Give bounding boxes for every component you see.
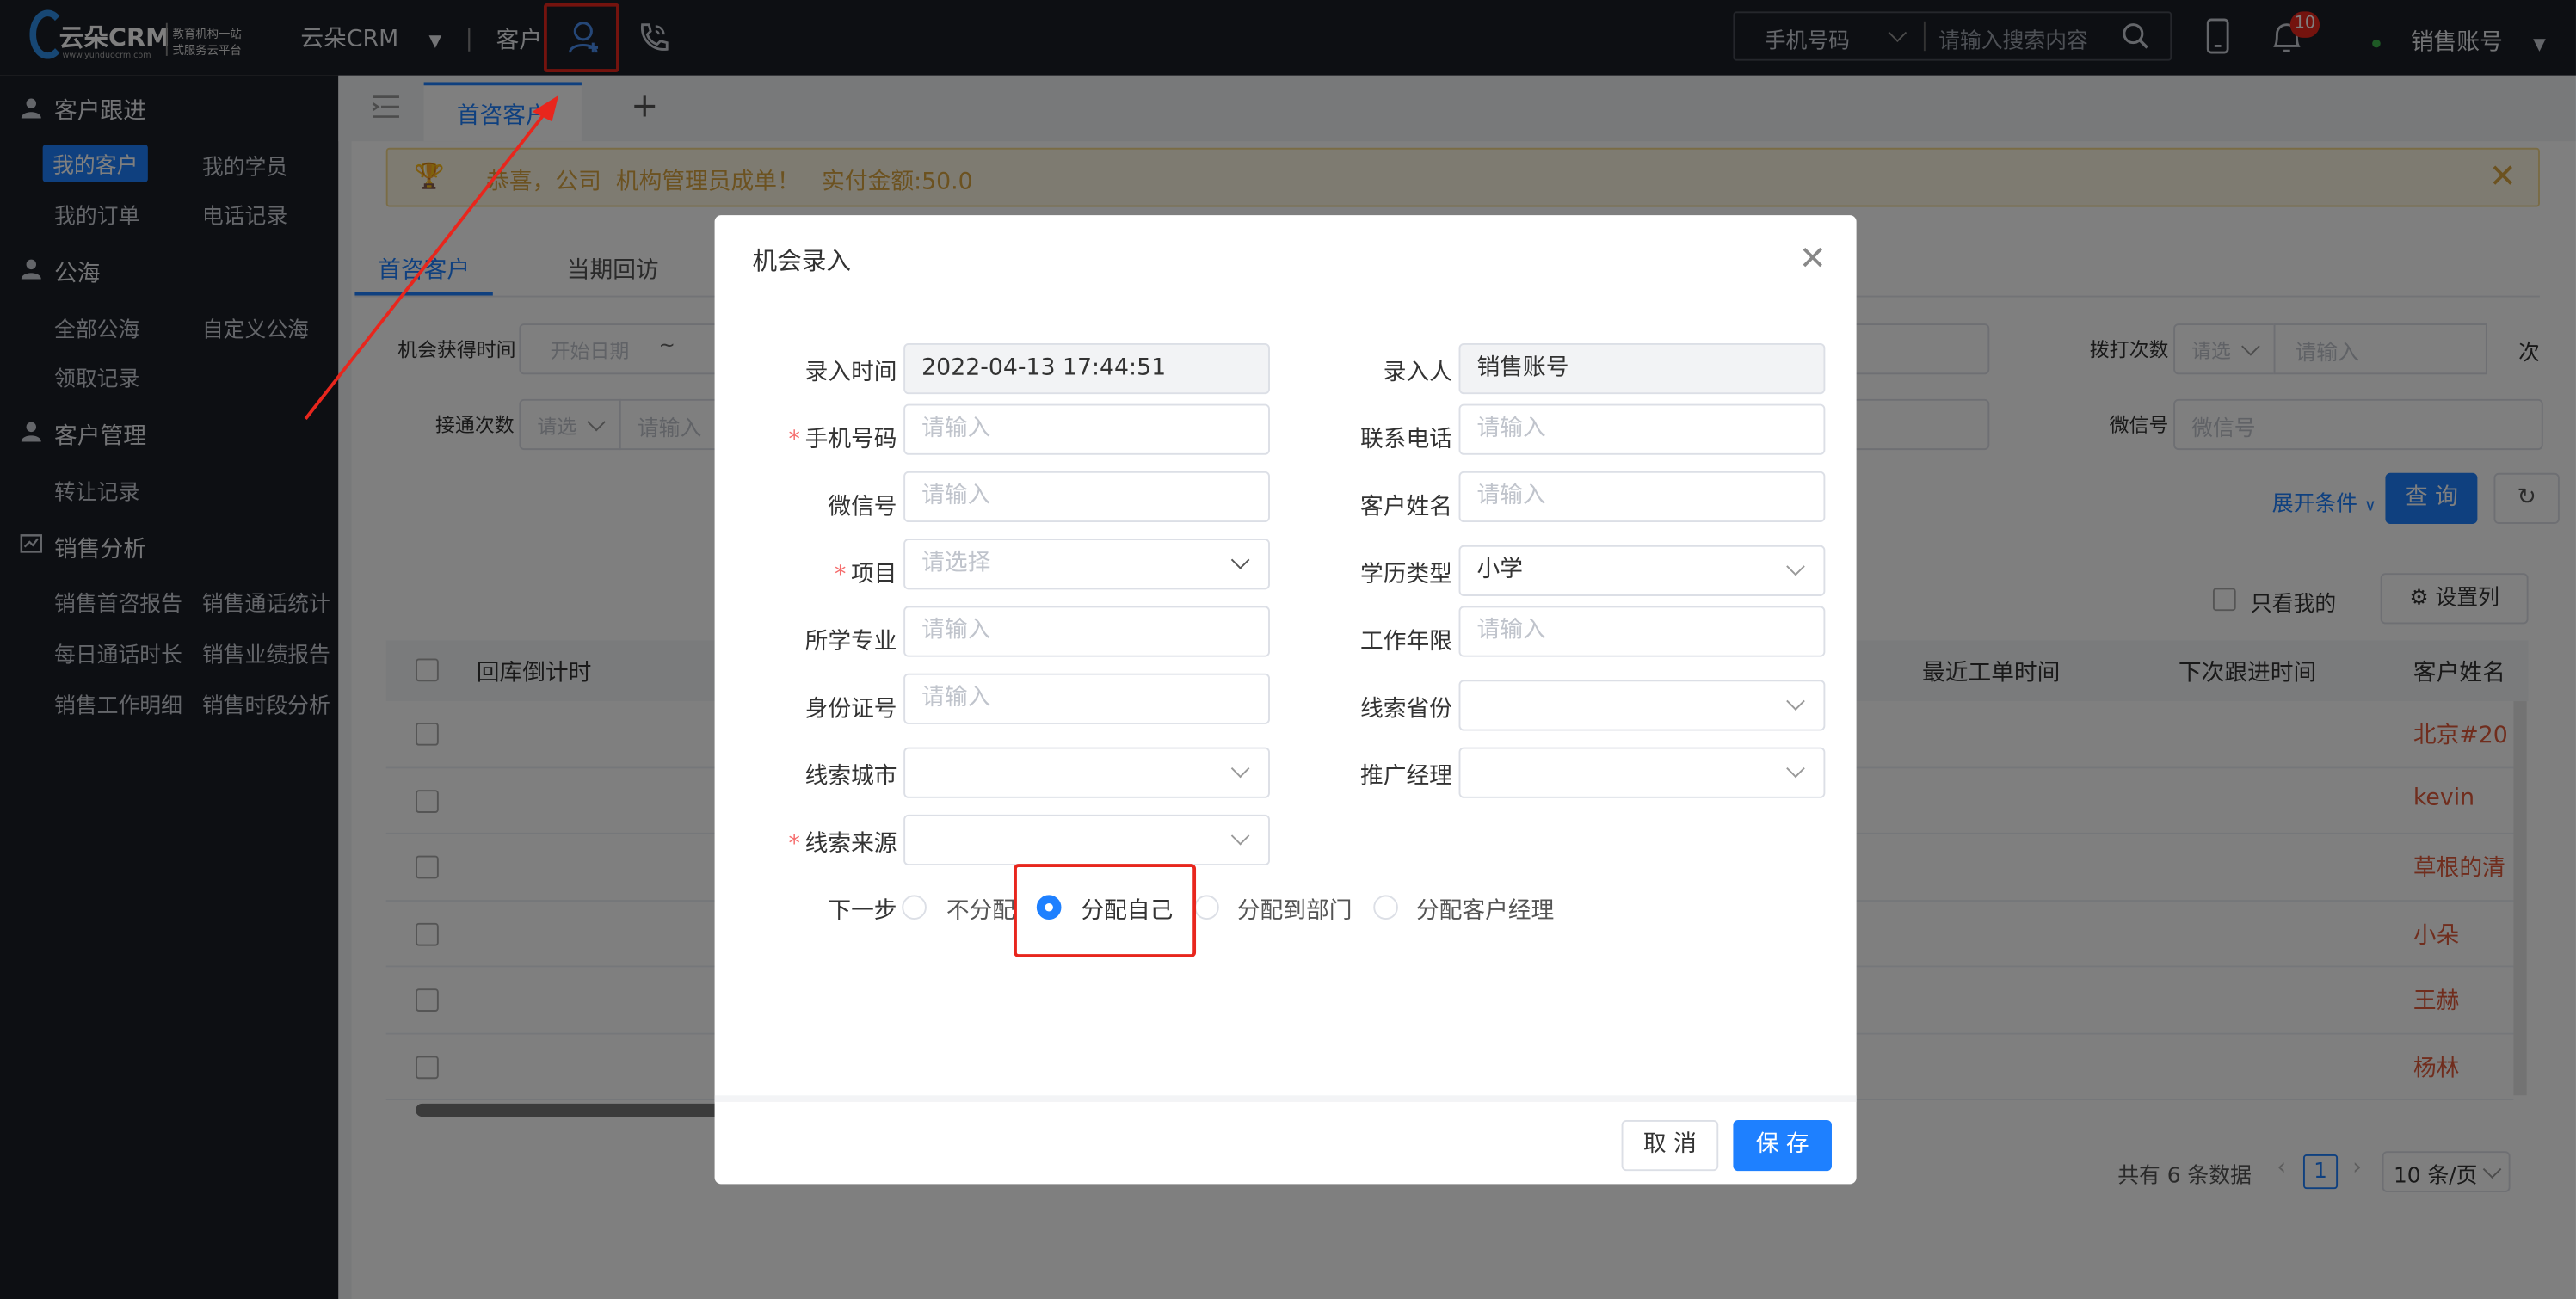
city-select[interactable]	[903, 747, 1270, 798]
entry-time-label: 录入时间	[804, 360, 897, 386]
major-label: 所学专业	[804, 629, 897, 656]
cancel-button[interactable]: 取 消	[1621, 1119, 1719, 1172]
chevron-down-icon	[1230, 759, 1250, 779]
required-mark: *	[788, 427, 800, 453]
entry-person-field: 销售账号	[1458, 342, 1826, 395]
city-label: 线索城市	[804, 763, 897, 791]
opportunity-entry-dialog: 机会录入 ✕ 录入时间 2022-04-13 17:44:51 * 手机号码 请输…	[714, 215, 1857, 1185]
phone-label: * 手机号码	[764, 422, 897, 455]
project-select[interactable]: 请选择	[903, 539, 1270, 590]
phone-label-text: 手机号码	[804, 427, 897, 453]
next-step-label: 下一步	[828, 898, 897, 925]
annotation-highlight-box	[1014, 864, 1197, 957]
education-select[interactable]: 小学	[1458, 545, 1826, 596]
wechat-field[interactable]: 请输入	[903, 471, 1270, 523]
chevron-down-icon	[1786, 759, 1805, 779]
customer-name-label: 客户姓名	[1359, 494, 1452, 521]
province-select[interactable]	[1458, 680, 1826, 731]
promo-manager-select[interactable]	[1458, 747, 1826, 798]
education-label: 学历类型	[1359, 561, 1452, 588]
radio-assign-department-label: 分配到部门	[1236, 898, 1353, 925]
radio-assign-manager[interactable]	[1373, 895, 1398, 920]
contact-phone-field[interactable]: 请输入	[1458, 403, 1826, 455]
chevron-down-icon	[1230, 551, 1250, 569]
source-label: * 线索来源	[764, 826, 897, 859]
dialog-title: 机会录入	[752, 246, 852, 276]
required-mark: *	[834, 561, 847, 588]
project-label-text: 项目	[851, 561, 897, 588]
entry-time-field: 2022-04-13 17:44:51	[903, 342, 1270, 395]
required-mark: *	[788, 830, 800, 858]
work-years-label: 工作年限	[1359, 629, 1452, 656]
select-placeholder: 请选择	[921, 550, 991, 577]
education-value: 小学	[1476, 557, 1524, 583]
source-select[interactable]	[903, 814, 1270, 866]
radio-assign-department[interactable]	[1194, 895, 1219, 920]
id-number-field[interactable]: 请输入	[903, 673, 1270, 724]
entry-person-label: 录入人	[1383, 360, 1452, 386]
contact-phone-label: 联系电话	[1359, 427, 1452, 453]
province-label: 线索省份	[1359, 696, 1452, 723]
id-number-label: 身份证号	[804, 696, 897, 723]
radio-assign-manager-label: 分配客户经理	[1415, 898, 1555, 925]
radio-no-assign[interactable]	[902, 895, 927, 920]
customer-name-field[interactable]: 请输入	[1458, 471, 1826, 523]
major-field[interactable]: 请输入	[903, 606, 1270, 657]
project-label: * 项目	[764, 557, 897, 589]
source-label-text: 线索来源	[804, 830, 897, 858]
radio-no-assign-label: 不分配	[946, 898, 1016, 925]
work-years-field[interactable]: 请输入	[1458, 606, 1826, 657]
chevron-down-icon	[1230, 826, 1250, 846]
wechat-label: 微信号	[828, 494, 897, 521]
dialog-footer-divider	[714, 1095, 1857, 1102]
close-icon[interactable]: ✕	[1799, 238, 1827, 278]
phone-field[interactable]: 请输入	[903, 403, 1270, 455]
chevron-down-icon	[1786, 557, 1805, 576]
promo-manager-label: 推广经理	[1359, 763, 1452, 791]
chevron-down-icon	[1786, 692, 1805, 711]
save-button[interactable]: 保 存	[1733, 1119, 1832, 1172]
